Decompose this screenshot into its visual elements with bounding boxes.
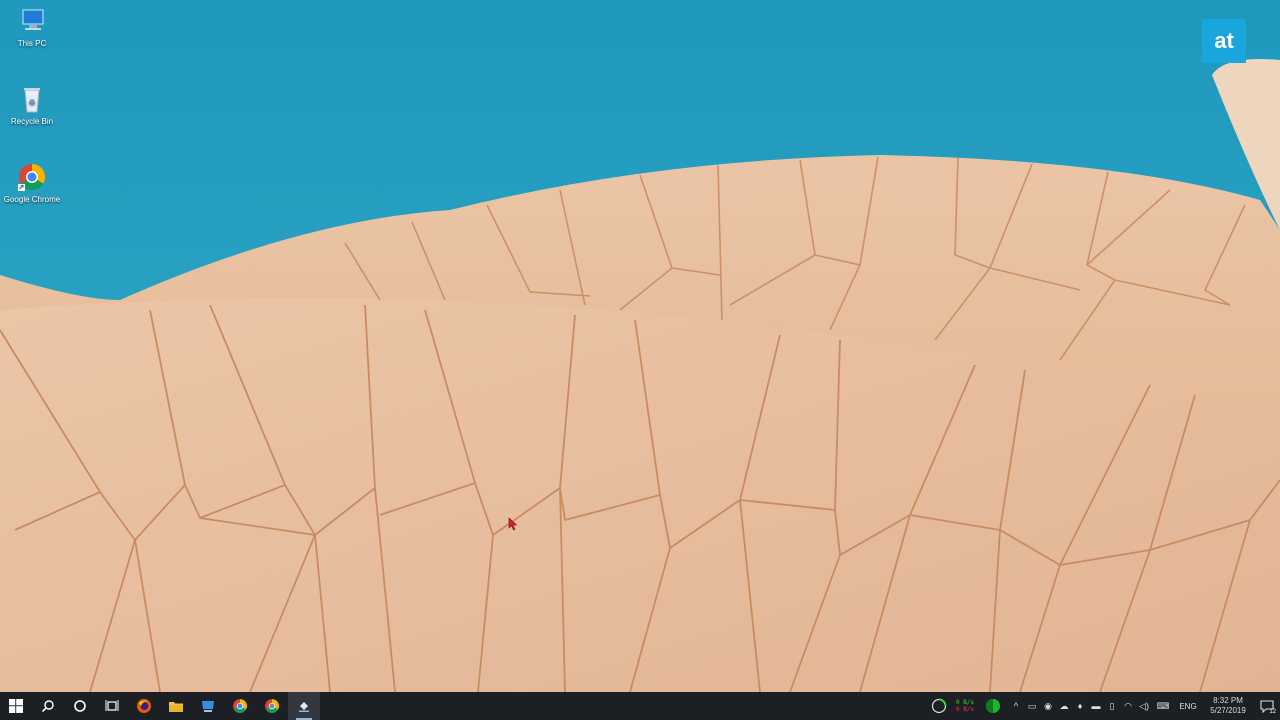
desktop-icon-label: Recycle Bin bbox=[10, 117, 54, 126]
tray-app-1[interactable]: ▭ bbox=[1024, 692, 1040, 720]
chevron-up-icon: ^ bbox=[1013, 701, 1019, 711]
taskbar-pc-app[interactable] bbox=[192, 692, 224, 720]
tray-wifi[interactable]: ◠ bbox=[1120, 692, 1136, 720]
taskbar-firefox[interactable] bbox=[128, 692, 160, 720]
task-view-button[interactable] bbox=[96, 692, 128, 720]
svg-text:♻: ♻ bbox=[28, 98, 35, 107]
net-upload-speed: 0 B/s bbox=[955, 699, 975, 706]
tray-app-3[interactable]: ☁ bbox=[1056, 692, 1072, 720]
wifi-icon: ◠ bbox=[1124, 700, 1132, 711]
watermark-logo: at bbox=[1202, 19, 1246, 63]
keyboard-icon: ⌨ bbox=[1156, 700, 1170, 711]
net-download-speed: 0 B/s bbox=[955, 706, 975, 713]
desktop-icon-recycle-bin[interactable]: ♻ Recycle Bin bbox=[2, 84, 62, 127]
taskbar-chrome[interactable] bbox=[224, 692, 256, 720]
taskbar-chrome-alt[interactable] bbox=[256, 692, 288, 720]
search-icon bbox=[41, 700, 54, 713]
desktop-icon-label: This PC bbox=[17, 39, 47, 48]
notification-count: 12 bbox=[1269, 709, 1276, 715]
drop-icon: ♦ bbox=[1077, 701, 1083, 711]
clock-date: 5/27/2019 bbox=[1210, 706, 1246, 715]
desktop-icon-label: Google Chrome bbox=[3, 195, 61, 204]
show-hidden-icons-button[interactable]: ^ bbox=[1008, 692, 1024, 720]
start-icon bbox=[9, 699, 23, 713]
tray-app-5[interactable]: ▬ bbox=[1088, 692, 1104, 720]
file-explorer-icon bbox=[169, 702, 183, 712]
cortana-button[interactable] bbox=[64, 692, 96, 720]
desktop-wallpaper bbox=[0, 0, 1280, 692]
chrome-icon bbox=[18, 163, 46, 191]
tray-battery[interactable]: ▯ bbox=[1104, 692, 1120, 720]
tray-app-4[interactable]: ♦ bbox=[1072, 692, 1088, 720]
system-tray: 0 B/s 0 B/s ^ ▭ ◉ ☁ ♦ ▬ ▯ ◠ ◁) ⌨ ENG 8:3… bbox=[926, 692, 1280, 720]
desktop-icon-this-pc[interactable]: This PC bbox=[2, 6, 62, 49]
tray-monitor-app[interactable] bbox=[926, 692, 952, 720]
tray-app-2[interactable]: ◉ bbox=[1040, 692, 1056, 720]
search-button[interactable] bbox=[32, 692, 64, 720]
action-center-button[interactable]: 12 bbox=[1254, 692, 1280, 720]
taskbar-file-explorer[interactable] bbox=[160, 692, 192, 720]
tray-green-app[interactable] bbox=[978, 692, 1008, 720]
recycle-bin-icon: ♻ bbox=[24, 88, 40, 113]
app-active-icon bbox=[299, 702, 309, 712]
this-pc-icon bbox=[22, 9, 44, 30]
tray-keyboard[interactable]: ⌨ bbox=[1152, 692, 1174, 720]
usb-icon: ▬ bbox=[1091, 701, 1101, 711]
mouse-cursor-icon bbox=[508, 517, 518, 531]
cortana-icon bbox=[74, 700, 86, 712]
taskbar: 0 B/s 0 B/s ^ ▭ ◉ ☁ ♦ ▬ ▯ ◠ ◁) ⌨ ENG 8:3… bbox=[0, 692, 1280, 720]
clock-time: 8:32 PM bbox=[1213, 696, 1243, 705]
chrome-icon bbox=[233, 699, 247, 713]
start-button[interactable] bbox=[0, 692, 32, 720]
pc-app-icon bbox=[202, 701, 214, 712]
window-icon: ▭ bbox=[1027, 700, 1037, 711]
green-circle-icon bbox=[986, 699, 1000, 713]
desktop-icon-google-chrome[interactable]: Google Chrome bbox=[2, 162, 62, 205]
network-speed-meter[interactable]: 0 B/s 0 B/s bbox=[952, 699, 978, 713]
tray-volume[interactable]: ◁) bbox=[1136, 692, 1152, 720]
chrome-alt-icon bbox=[265, 699, 279, 713]
task-view-icon bbox=[105, 700, 119, 711]
volume-icon: ◁) bbox=[1139, 700, 1149, 711]
steam-icon: ◉ bbox=[1044, 700, 1052, 711]
clock[interactable]: 8:32 PM 5/27/2019 bbox=[1202, 696, 1254, 716]
input-language[interactable]: ENG bbox=[1174, 702, 1202, 711]
taskbar-active-app[interactable] bbox=[288, 692, 320, 720]
battery-icon: ▯ bbox=[1109, 700, 1115, 711]
cloud-icon: ☁ bbox=[1059, 700, 1069, 711]
firefox-icon bbox=[137, 699, 151, 713]
cpu-meter-icon bbox=[931, 698, 947, 714]
